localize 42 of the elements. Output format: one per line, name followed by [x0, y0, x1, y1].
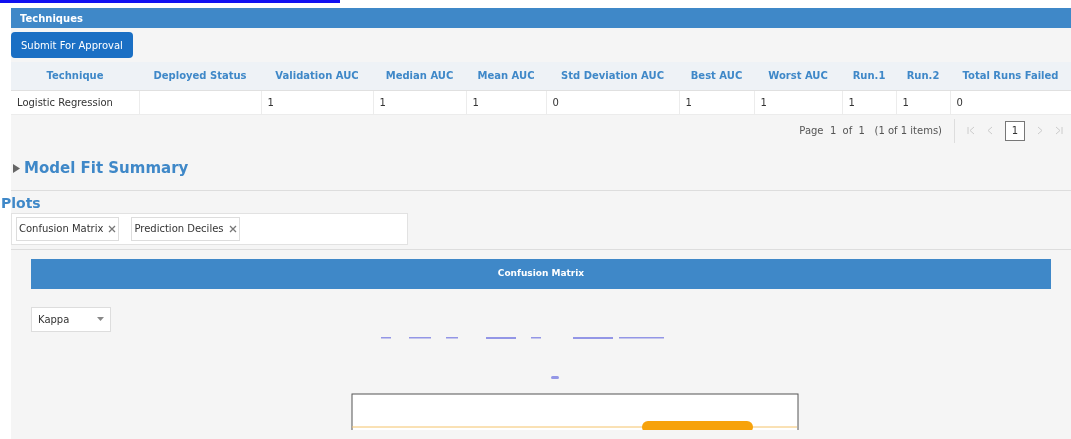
section-title[interactable]: Model Fit Summary	[24, 156, 189, 180]
table-cell: 0	[552, 96, 559, 108]
column-header[interactable]: Total Runs Failed	[950, 62, 1071, 90]
page-number-button[interactable]: 1	[1005, 120, 1025, 141]
column-header[interactable]: Median AUC	[373, 62, 466, 90]
table-cell: Logistic Regression	[17, 96, 113, 108]
table-cell: 1	[472, 96, 479, 108]
table-cell: 1	[902, 96, 909, 108]
plots-title: Plots	[1, 193, 42, 213]
table-cell: 1	[848, 96, 855, 108]
previous-page-icon[interactable]	[987, 126, 993, 135]
tag-chip[interactable]: Prediction Deciles	[131, 216, 240, 241]
remove-icon[interactable]	[228, 224, 237, 233]
tag-chip[interactable]: Confusion Matrix	[16, 216, 120, 241]
next-page-icon[interactable]	[1037, 126, 1043, 135]
chart-title: Confusion Matrix	[497, 266, 585, 280]
table-cell: 1	[760, 96, 767, 108]
remove-icon[interactable]	[108, 224, 117, 233]
caret-icon	[97, 317, 104, 321]
expand-triangle-icon[interactable]	[13, 163, 20, 173]
last-page-icon[interactable]	[1055, 126, 1063, 135]
panel-title: Techniques	[20, 11, 83, 26]
column-header[interactable]: Mean AUC	[466, 62, 546, 90]
tag-field[interactable]: Confusion Matrix Prediction Deciles	[11, 212, 408, 245]
table-cell: 0	[956, 96, 963, 108]
column-header[interactable]: Run.2	[896, 62, 950, 90]
table-cell: 1	[685, 96, 692, 108]
first-page-icon[interactable]	[967, 126, 975, 135]
column-header[interactable]: Technique	[11, 62, 139, 90]
tag-label: Prediction Deciles	[134, 222, 224, 236]
column-header[interactable]: Deployed Status	[139, 62, 261, 90]
metric-dropdown[interactable]: Kappa	[31, 306, 111, 332]
table-cell: 1	[379, 96, 386, 108]
tag-label: Confusion Matrix	[19, 222, 104, 236]
table-cell: 1	[267, 96, 274, 108]
column-header[interactable]: Validation AUC	[261, 62, 373, 90]
column-header[interactable]: Std Deviation AUC	[546, 62, 679, 90]
submit-button[interactable]: Submit For Approval	[11, 32, 133, 58]
pager-info: Page 1 of 1 (1 of 1 items)	[799, 124, 942, 138]
column-header[interactable]: Best AUC	[679, 62, 754, 90]
column-header[interactable]: Worst AUC	[754, 62, 842, 90]
column-header[interactable]: Run.1	[842, 62, 896, 90]
